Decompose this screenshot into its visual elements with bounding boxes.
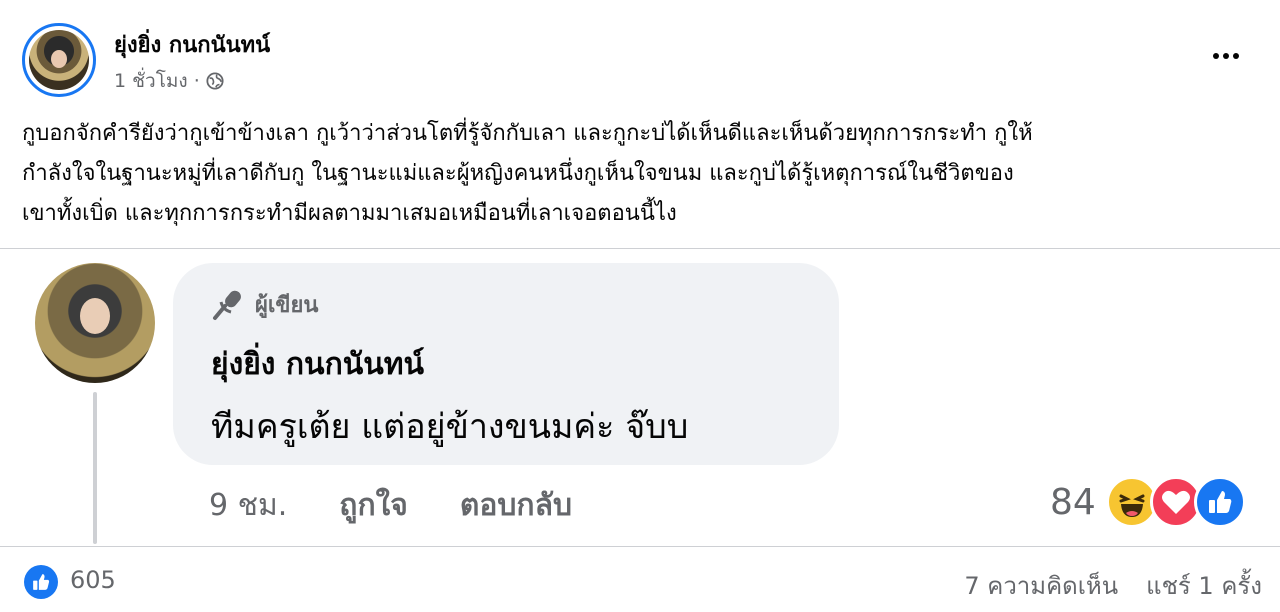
author-badge: ผู้เขียน: [211, 287, 318, 322]
like-count[interactable]: 605: [70, 566, 116, 594]
like-icon[interactable]: [24, 565, 58, 599]
post-header: ยุ่งยิ่ง กนกนันทน์ 1 ชั่วโมง ·: [0, 0, 1280, 110]
post-meta: 1 ชั่วโมง ·: [114, 66, 224, 96]
thread-line: [93, 392, 97, 544]
comment-like-button[interactable]: ถูกใจ: [339, 482, 408, 529]
post-text-line: กูบอกจักคำรียังว่ากูเข้าข้างเลา กูเว้าว่…: [22, 121, 1033, 146]
comment-author-name[interactable]: ยุ่งยิ่ง กนกนันทน์: [211, 341, 424, 388]
footer-stats: 7 ความคิดเห็น แชร์ 1 ครั้ง: [964, 566, 1262, 605]
post-text-line: กำลังใจในฐานะหมู่ที่เลาดีกับกู ในฐานะแม่…: [22, 161, 1014, 186]
globe-icon[interactable]: [206, 72, 224, 90]
dot-icon: [1233, 53, 1239, 59]
reaction-count: 84: [1050, 481, 1096, 523]
post-author-name[interactable]: ยุ่งยิ่ง กนกนันทน์: [114, 27, 270, 62]
comment-count[interactable]: 7 ความคิดเห็น: [964, 566, 1118, 605]
author-avatar[interactable]: [22, 23, 96, 97]
post-text: กูบอกจักคำรียังว่ากูเข้าข้างเลา กูเว้าว่…: [22, 114, 1262, 234]
avatar-image: [29, 30, 89, 90]
post-footer: 605 7 ความคิดเห็น แชร์ 1 ครั้ง: [0, 548, 1280, 612]
dot-icon: [1223, 53, 1229, 59]
comment-time[interactable]: 9 ชม.: [209, 482, 287, 529]
divider: [0, 546, 1280, 547]
comment-reactions[interactable]: 84: [1050, 474, 1246, 530]
more-options-button[interactable]: [1208, 46, 1244, 66]
author-badge-label: ผู้เขียน: [255, 293, 319, 318]
like-icon: [1193, 476, 1246, 528]
meta-separator: ·: [193, 70, 200, 92]
post-time[interactable]: 1 ชั่วโมง: [114, 66, 188, 96]
microphone-icon: [213, 290, 241, 320]
comment-actions: 9 ชม. ถูกใจ ตอบกลับ: [209, 482, 572, 529]
divider: [0, 248, 1280, 249]
comment-bubble: ผู้เขียน ยุ่งยิ่ง กนกนันทน์ ทีมครูเต้ย แ…: [173, 263, 839, 465]
post-text-line: เขาทั้งเบิ่ด และทุกการกระทำมีผลตามมาเสมอ…: [22, 201, 677, 226]
comment-text: ทีมครูเต้ย แต่อยู่ข้างขนมค่ะ จ๊บบ: [211, 407, 689, 447]
comment-reply-button[interactable]: ตอบกลับ: [460, 482, 572, 529]
share-count[interactable]: แชร์ 1 ครั้ง: [1146, 566, 1262, 605]
dot-icon: [1213, 53, 1219, 59]
commenter-avatar[interactable]: [35, 263, 155, 383]
